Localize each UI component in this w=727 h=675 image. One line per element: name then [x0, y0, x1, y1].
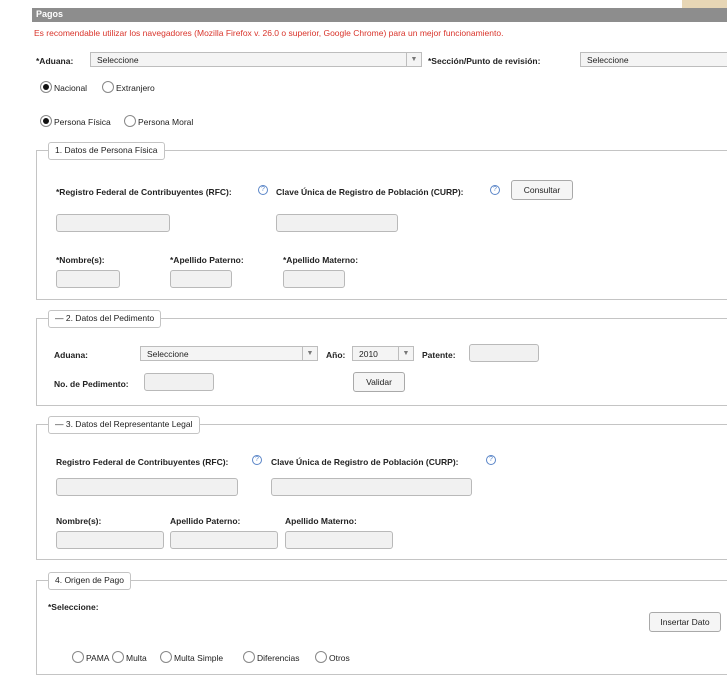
- page-title: Pagos: [36, 9, 64, 19]
- browser-warning: Es recomendable utilizar los navegadores…: [34, 28, 504, 38]
- section1-legend: 1. Datos de Persona Física: [48, 142, 165, 160]
- help-icon[interactable]: ?: [252, 455, 262, 465]
- chevron-down-icon: ▼: [302, 347, 317, 360]
- anio-select[interactable]: 2010 ▼: [352, 346, 414, 361]
- patente-label: Patente:: [422, 350, 456, 360]
- validar-button[interactable]: Validar: [353, 372, 405, 392]
- section2-legend[interactable]: — 2. Datos del Pedimento: [48, 310, 162, 328]
- curp-input[interactable]: [276, 214, 398, 232]
- pedimento-fieldset: [36, 318, 727, 406]
- pedimento-aduana-label: Aduana:: [54, 350, 88, 360]
- pama-label: PAMA: [86, 653, 110, 663]
- apellido-materno-input[interactable]: [283, 270, 345, 288]
- chevron-down-icon: ▼: [398, 347, 413, 360]
- seleccione-label: *Seleccione:: [48, 602, 99, 612]
- rep-apellido-paterno-input[interactable]: [170, 531, 278, 549]
- extranjero-radio[interactable]: [102, 81, 114, 93]
- diferencias-label: Diferencias: [257, 653, 300, 663]
- rep-nombre-input[interactable]: [56, 531, 164, 549]
- multa-simple-radio[interactable]: [160, 651, 172, 663]
- rep-nombre-label: Nombre(s):: [56, 516, 102, 526]
- apellido-materno-label: *Apellido Materno:: [283, 255, 359, 265]
- help-icon[interactable]: ?: [258, 185, 268, 195]
- persona-fisica-label: Persona Física: [54, 117, 111, 127]
- seccion-select-value: Seleccione: [587, 55, 629, 65]
- pama-radio[interactable]: [72, 651, 84, 663]
- apellido-paterno-input[interactable]: [170, 270, 232, 288]
- extranjero-label: Extranjero: [116, 83, 155, 93]
- aduana-select[interactable]: Seleccione ▼: [90, 52, 422, 67]
- patente-input[interactable]: [469, 344, 539, 362]
- rfc-label: *Registro Federal de Contribuyentes (RFC…: [56, 187, 232, 197]
- aduana-select-value: Seleccione: [97, 55, 139, 65]
- aduana-label: *Aduana:: [36, 56, 74, 66]
- persona-moral-label: Persona Moral: [138, 117, 194, 127]
- insertar-dato-button[interactable]: Insertar Dato: [649, 612, 721, 632]
- rep-rfc-label: Registro Federal de Contribuyentes (RFC)…: [56, 457, 229, 467]
- rfc-input[interactable]: [56, 214, 170, 232]
- multa-simple-label: Multa Simple: [174, 653, 224, 663]
- rep-curp-input[interactable]: [271, 478, 472, 496]
- seccion-label: *Sección/Punto de revisión:: [428, 56, 541, 66]
- section4-legend: 4. Origen de Pago: [48, 572, 131, 590]
- nombre-input[interactable]: [56, 270, 120, 288]
- rep-apellido-materno-label: Apellido Materno:: [285, 516, 357, 526]
- rep-apellido-materno-input[interactable]: [285, 531, 393, 549]
- pedimento-aduana-value: Seleccione: [147, 349, 189, 359]
- curp-label: Clave Única de Registro de Población (CU…: [276, 187, 464, 197]
- rep-apellido-paterno-label: Apellido Paterno:: [170, 516, 241, 526]
- nacional-label: Nacional: [54, 83, 88, 93]
- otros-label: Otros: [329, 653, 350, 663]
- multa-radio[interactable]: [112, 651, 124, 663]
- diferencias-radio[interactable]: [243, 651, 255, 663]
- multa-label: Multa: [126, 653, 147, 663]
- help-icon[interactable]: ?: [486, 455, 496, 465]
- rep-rfc-input[interactable]: [56, 478, 238, 496]
- seccion-select[interactable]: Seleccione: [580, 52, 727, 67]
- section3-legend[interactable]: — 3. Datos del Representante Legal: [48, 416, 200, 434]
- pedimento-aduana-select[interactable]: Seleccione ▼: [140, 346, 318, 361]
- nombre-label: *Nombre(s):: [56, 255, 105, 265]
- help-icon[interactable]: ?: [490, 185, 500, 195]
- no-pedimento-label: No. de Pedimento:: [54, 379, 129, 389]
- anio-label: Año:: [326, 350, 346, 360]
- otros-radio[interactable]: [315, 651, 327, 663]
- consultar-button[interactable]: Consultar: [511, 180, 573, 200]
- no-pedimento-input[interactable]: [144, 373, 214, 391]
- chevron-down-icon: ▼: [406, 53, 421, 66]
- page-title-bar: Pagos: [32, 8, 727, 22]
- anio-value: 2010: [359, 349, 378, 359]
- persona-fisica-radio[interactable]: [40, 115, 52, 127]
- apellido-paterno-label: *Apellido Paterno:: [170, 255, 244, 265]
- persona-moral-radio[interactable]: [124, 115, 136, 127]
- nacional-radio[interactable]: [40, 81, 52, 93]
- rep-curp-label: Clave Única de Registro de Población (CU…: [271, 457, 459, 467]
